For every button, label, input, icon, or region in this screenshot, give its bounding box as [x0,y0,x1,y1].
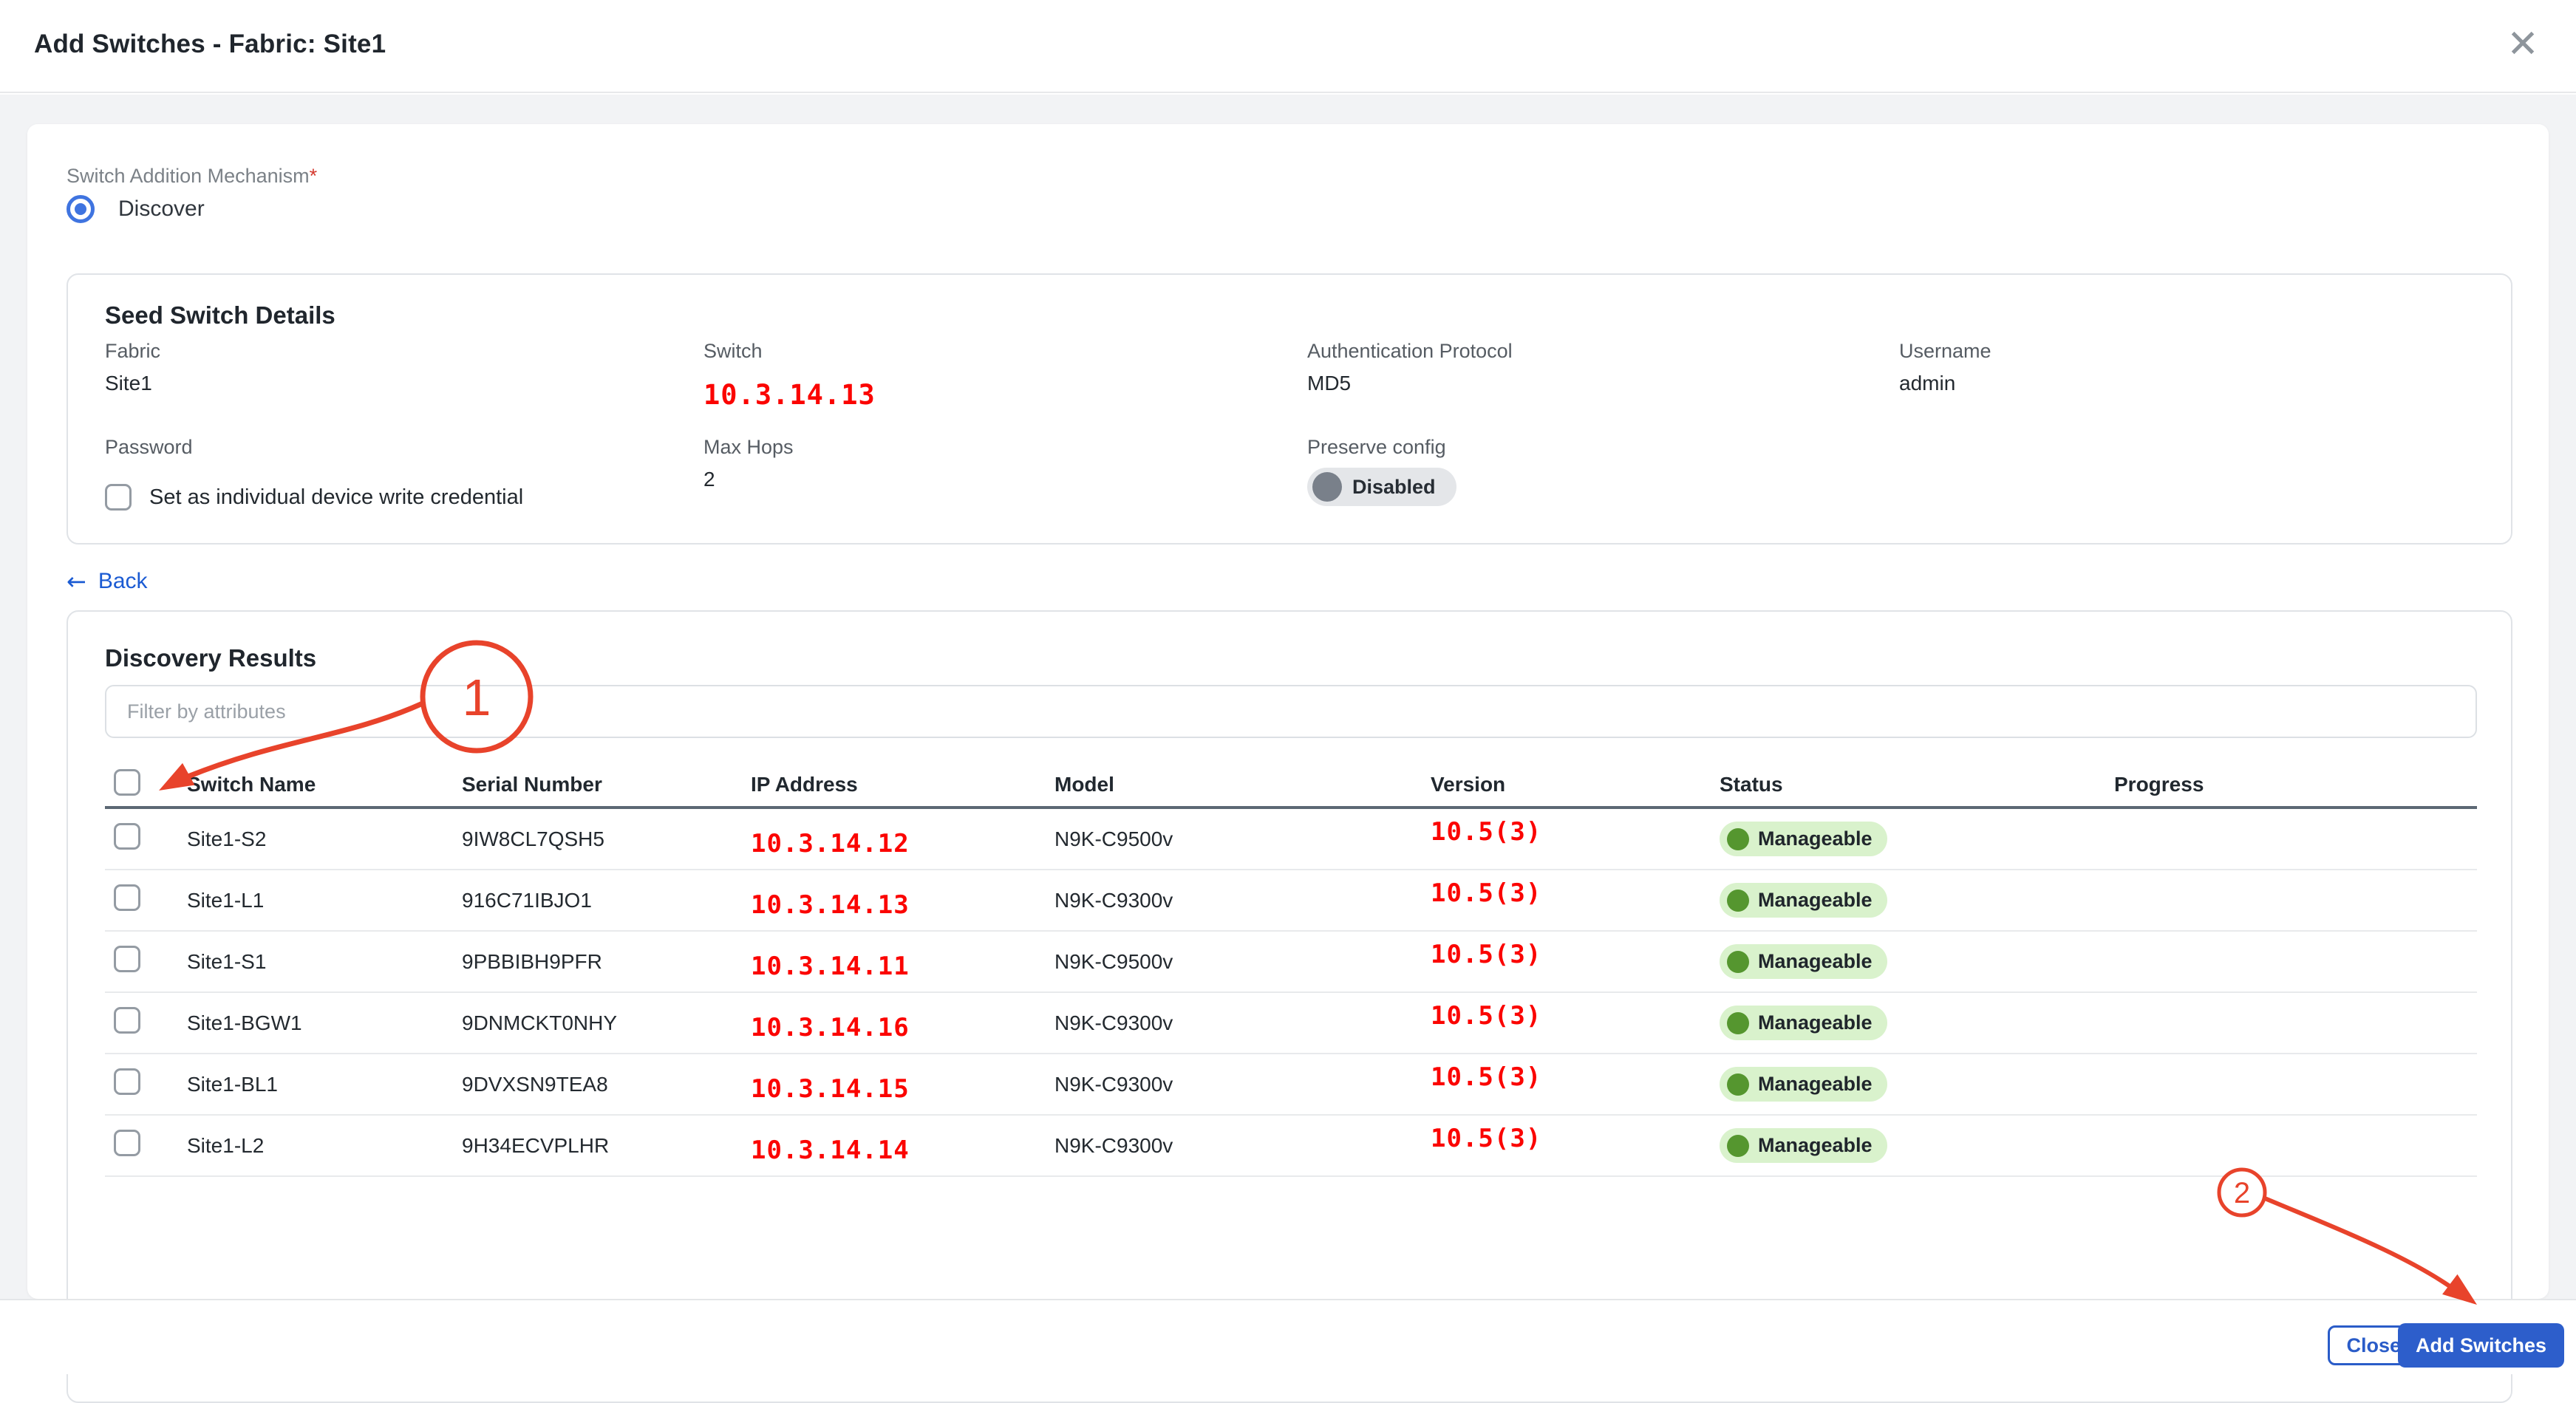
discovery-table: Switch Name Serial Number IP Address Mod… [105,763,2477,1177]
radio-label: Discover [118,197,205,222]
row-checkbox[interactable] [114,1068,140,1095]
modal-header: Add Switches - Fabric: Site1 ✕ [0,0,2576,93]
serial-number: 9DVXSN9TEA8 [462,1073,751,1096]
discovery-results-card: Discovery Results Switch Name Serial Num… [67,610,2512,1403]
modal-footer: Close Add Switches [0,1299,2576,1374]
version: 10.5(3) [1431,1062,1720,1092]
col-ip-address: IP Address [751,773,1054,796]
col-model: Model [1054,773,1431,796]
field-switch: Switch 10.3.14.13 [703,340,876,411]
model: N9K-C9500v [1054,827,1431,851]
write-credential-row: Set as individual device write credentia… [105,484,523,511]
back-link[interactable]: ← Back [67,567,148,595]
serial-number: 9PBBIBH9PFR [462,950,751,974]
table-row: Site1-BL1 9DVXSN9TEA8 10.3.14.15 N9K-C93… [105,1054,2477,1116]
page-title: Add Switches - Fabric: Site1 [34,30,386,59]
model: N9K-C9300v [1054,1134,1431,1158]
serial-number: 9H34ECVPLHR [462,1134,751,1158]
preserve-config-toggle[interactable]: Disabled [1307,468,1456,506]
write-credential-checkbox[interactable] [105,484,132,511]
model: N9K-C9300v [1054,1011,1431,1035]
version: 10.5(3) [1431,1124,1720,1153]
serial-number: 916C71IBJO1 [462,889,751,912]
ip-address: 10.3.14.12 [751,829,1054,858]
status-dot-icon [1727,1073,1749,1096]
table-row: Site1-S1 9PBBIBH9PFR 10.3.14.11 N9K-C950… [105,932,2477,993]
status-badge: Manageable [1720,1006,1887,1040]
ip-address: 10.3.14.16 [751,1013,1054,1042]
version: 10.5(3) [1431,940,1720,969]
seed-card-title: Seed Switch Details [105,301,335,330]
table-row: Site1-BGW1 9DNMCKT0NHY 10.3.14.16 N9K-C9… [105,993,2477,1054]
close-icon[interactable]: ✕ [2501,22,2545,66]
status-badge: Manageable [1720,944,1887,979]
row-checkbox[interactable] [114,823,140,850]
row-checkbox[interactable] [114,1130,140,1156]
switch-name: Site1-L2 [187,1134,462,1158]
add-switches-button[interactable]: Add Switches [2398,1323,2564,1368]
serial-number: 9DNMCKT0NHY [462,1011,751,1035]
ip-address: 10.3.14.14 [751,1136,1054,1165]
status-dot-icon [1727,1135,1749,1157]
filter-input[interactable] [105,685,2477,738]
discovery-card-title: Discovery Results [105,644,316,672]
col-status: Status [1720,773,2114,796]
switch-name: Site1-S2 [187,827,462,851]
ip-address: 10.3.14.15 [751,1074,1054,1104]
write-credential-label: Set as individual device write credentia… [149,485,523,510]
status-dot-icon [1727,890,1749,912]
col-serial-number: Serial Number [462,773,751,796]
switch-name: Site1-BL1 [187,1073,462,1096]
status-dot-icon [1727,1012,1749,1034]
version: 10.5(3) [1431,878,1720,908]
wizard-panel: Switch Addition Mechanism* Discover Seed… [27,124,2549,1299]
field-auth-protocol: Authentication Protocol MD5 [1307,340,1513,395]
switch-name: Site1-S1 [187,950,462,974]
col-version: Version [1431,773,1720,796]
back-arrow-icon: ← [67,567,86,595]
table-header-row: Switch Name Serial Number IP Address Mod… [105,763,2477,809]
modal-body: Switch Addition Mechanism* Discover Seed… [0,95,2576,1299]
status-badge: Manageable [1720,1128,1887,1163]
switch-name: Site1-L1 [187,889,462,912]
toggle-knob-icon [1312,472,1342,502]
seed-switch-ip: 10.3.14.13 [703,379,876,411]
select-all-checkbox[interactable] [114,769,140,796]
table-row: Site1-L2 9H34ECVPLHR 10.3.14.14 N9K-C930… [105,1116,2477,1177]
switch-name: Site1-BGW1 [187,1011,462,1035]
row-checkbox[interactable] [114,1007,140,1034]
field-max-hops: Max Hops 2 [703,436,794,491]
field-username: Username admin [1899,340,1991,395]
model: N9K-C9300v [1054,889,1431,912]
status-dot-icon [1727,951,1749,973]
col-progress: Progress [2114,773,2477,796]
seed-switch-details-card: Seed Switch Details Fabric Site1 Switch … [67,273,2512,545]
field-preserve-config: Preserve config Disabled [1307,436,1456,506]
field-password: Password [105,436,193,459]
required-asterisk: * [310,165,318,187]
model: N9K-C9300v [1054,1073,1431,1096]
status-badge: Manageable [1720,1067,1887,1102]
ip-address: 10.3.14.13 [751,890,1054,920]
ip-address: 10.3.14.11 [751,952,1054,981]
row-checkbox[interactable] [114,884,140,911]
row-checkbox[interactable] [114,946,140,972]
table-row: Site1-L1 916C71IBJO1 10.3.14.13 N9K-C930… [105,870,2477,932]
mechanism-radio-discover[interactable]: Discover [67,195,205,223]
status-badge: Manageable [1720,883,1887,918]
status-badge: Manageable [1720,822,1887,856]
version: 10.5(3) [1431,817,1720,847]
col-switch-name: Switch Name [187,773,462,796]
field-fabric: Fabric Site1 [105,340,160,395]
mechanism-label: Switch Addition Mechanism* [67,165,317,188]
version: 10.5(3) [1431,1001,1720,1031]
model: N9K-C9500v [1054,950,1431,974]
radio-selected-icon[interactable] [67,195,95,223]
table-row: Site1-S2 9IW8CL7QSH5 10.3.14.12 N9K-C950… [105,809,2477,870]
status-dot-icon [1727,828,1749,850]
back-label: Back [98,569,148,594]
serial-number: 9IW8CL7QSH5 [462,827,751,851]
